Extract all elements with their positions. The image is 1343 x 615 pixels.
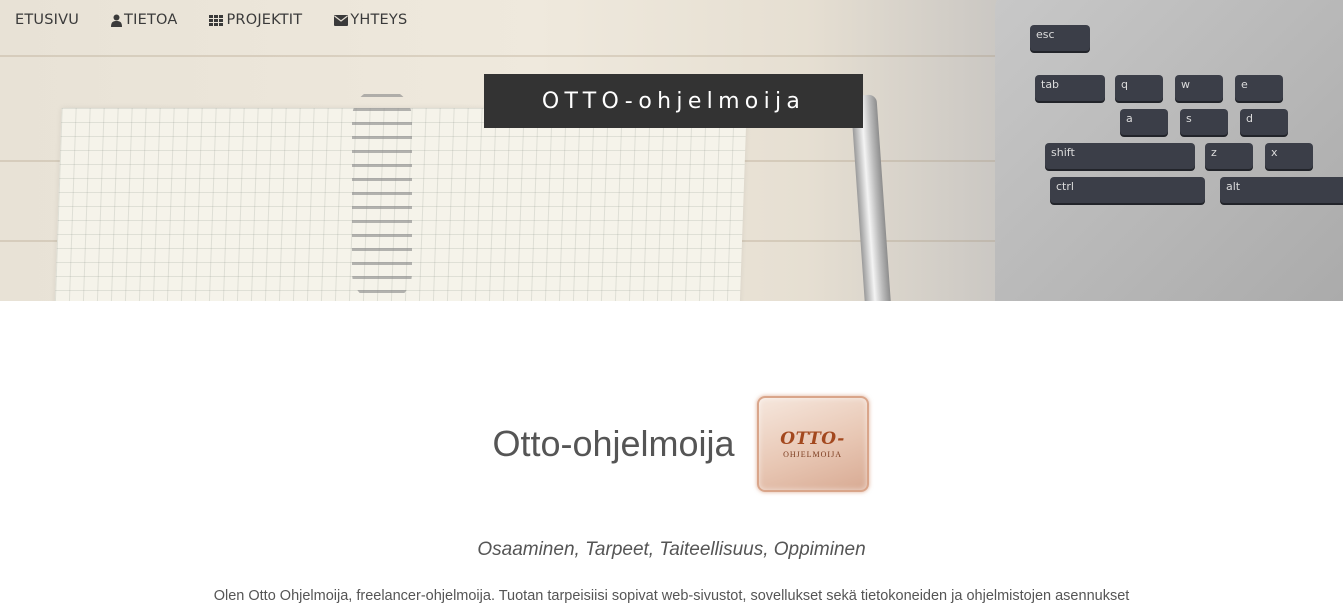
user-icon <box>111 14 123 27</box>
logo-sub-text: OHJELMOIJA <box>783 450 842 459</box>
logo-main-text: OTTO- <box>780 429 845 449</box>
key-esc: esc <box>1030 25 1090 51</box>
key-alt: alt <box>1220 177 1343 203</box>
nav-item-tietoa[interactable]: TIETOA <box>111 12 177 28</box>
key-s: s <box>1180 109 1228 135</box>
key-d: d <box>1240 109 1288 135</box>
key-z: z <box>1205 143 1253 169</box>
nav-item-projektit[interactable]: PROJEKTIT <box>209 12 302 28</box>
page-title: Otto-ohjelmoija <box>492 423 735 464</box>
hero-header: esc tab q w e a s d shift z x ctrl alt E… <box>0 0 1343 301</box>
nav-item-yhteys[interactable]: YHTEYS <box>334 12 407 28</box>
key-w: w <box>1175 75 1223 101</box>
tagline: Osaaminen, Tarpeet, Taiteellisuus, Oppim… <box>477 539 866 560</box>
nav-item-label: PROJEKTIT <box>226 12 303 28</box>
key-shift: shift <box>1045 143 1195 169</box>
grid-icon <box>209 14 224 26</box>
nav-item-label: TIETOA <box>124 12 178 28</box>
key-ctrl: ctrl <box>1050 177 1205 203</box>
key-x: x <box>1265 143 1313 169</box>
key-q: q <box>1115 75 1163 101</box>
otto-logo: OTTO- OHJELMOIJA <box>756 396 869 492</box>
main-content: Otto-ohjelmoija OTTO- OHJELMOIJA Osaamin… <box>0 301 1343 615</box>
intro-text: Olen Otto Ohjelmoija, freelancer-ohjelmo… <box>213 588 1130 604</box>
site-brand-title: OTTO-ohjelmoija <box>484 74 863 128</box>
notebook-spiral <box>352 88 412 301</box>
envelope-icon <box>334 14 349 26</box>
nav-item-label: ETUSIVU <box>15 12 80 28</box>
main-nav: ETUSIVU TIETOA PROJEKTIT YHTEYS <box>15 12 439 28</box>
nav-item-etusivu[interactable]: ETUSIVU <box>15 12 79 28</box>
key-e: e <box>1235 75 1283 101</box>
nav-item-label: YHTEYS <box>350 12 408 28</box>
key-a: a <box>1120 109 1168 135</box>
laptop-keyboard: esc tab q w e a s d shift z x ctrl alt <box>1020 25 1343 215</box>
key-tab: tab <box>1035 75 1105 101</box>
title-row: Otto-ohjelmoija OTTO- OHJELMOIJA <box>0 396 1343 492</box>
